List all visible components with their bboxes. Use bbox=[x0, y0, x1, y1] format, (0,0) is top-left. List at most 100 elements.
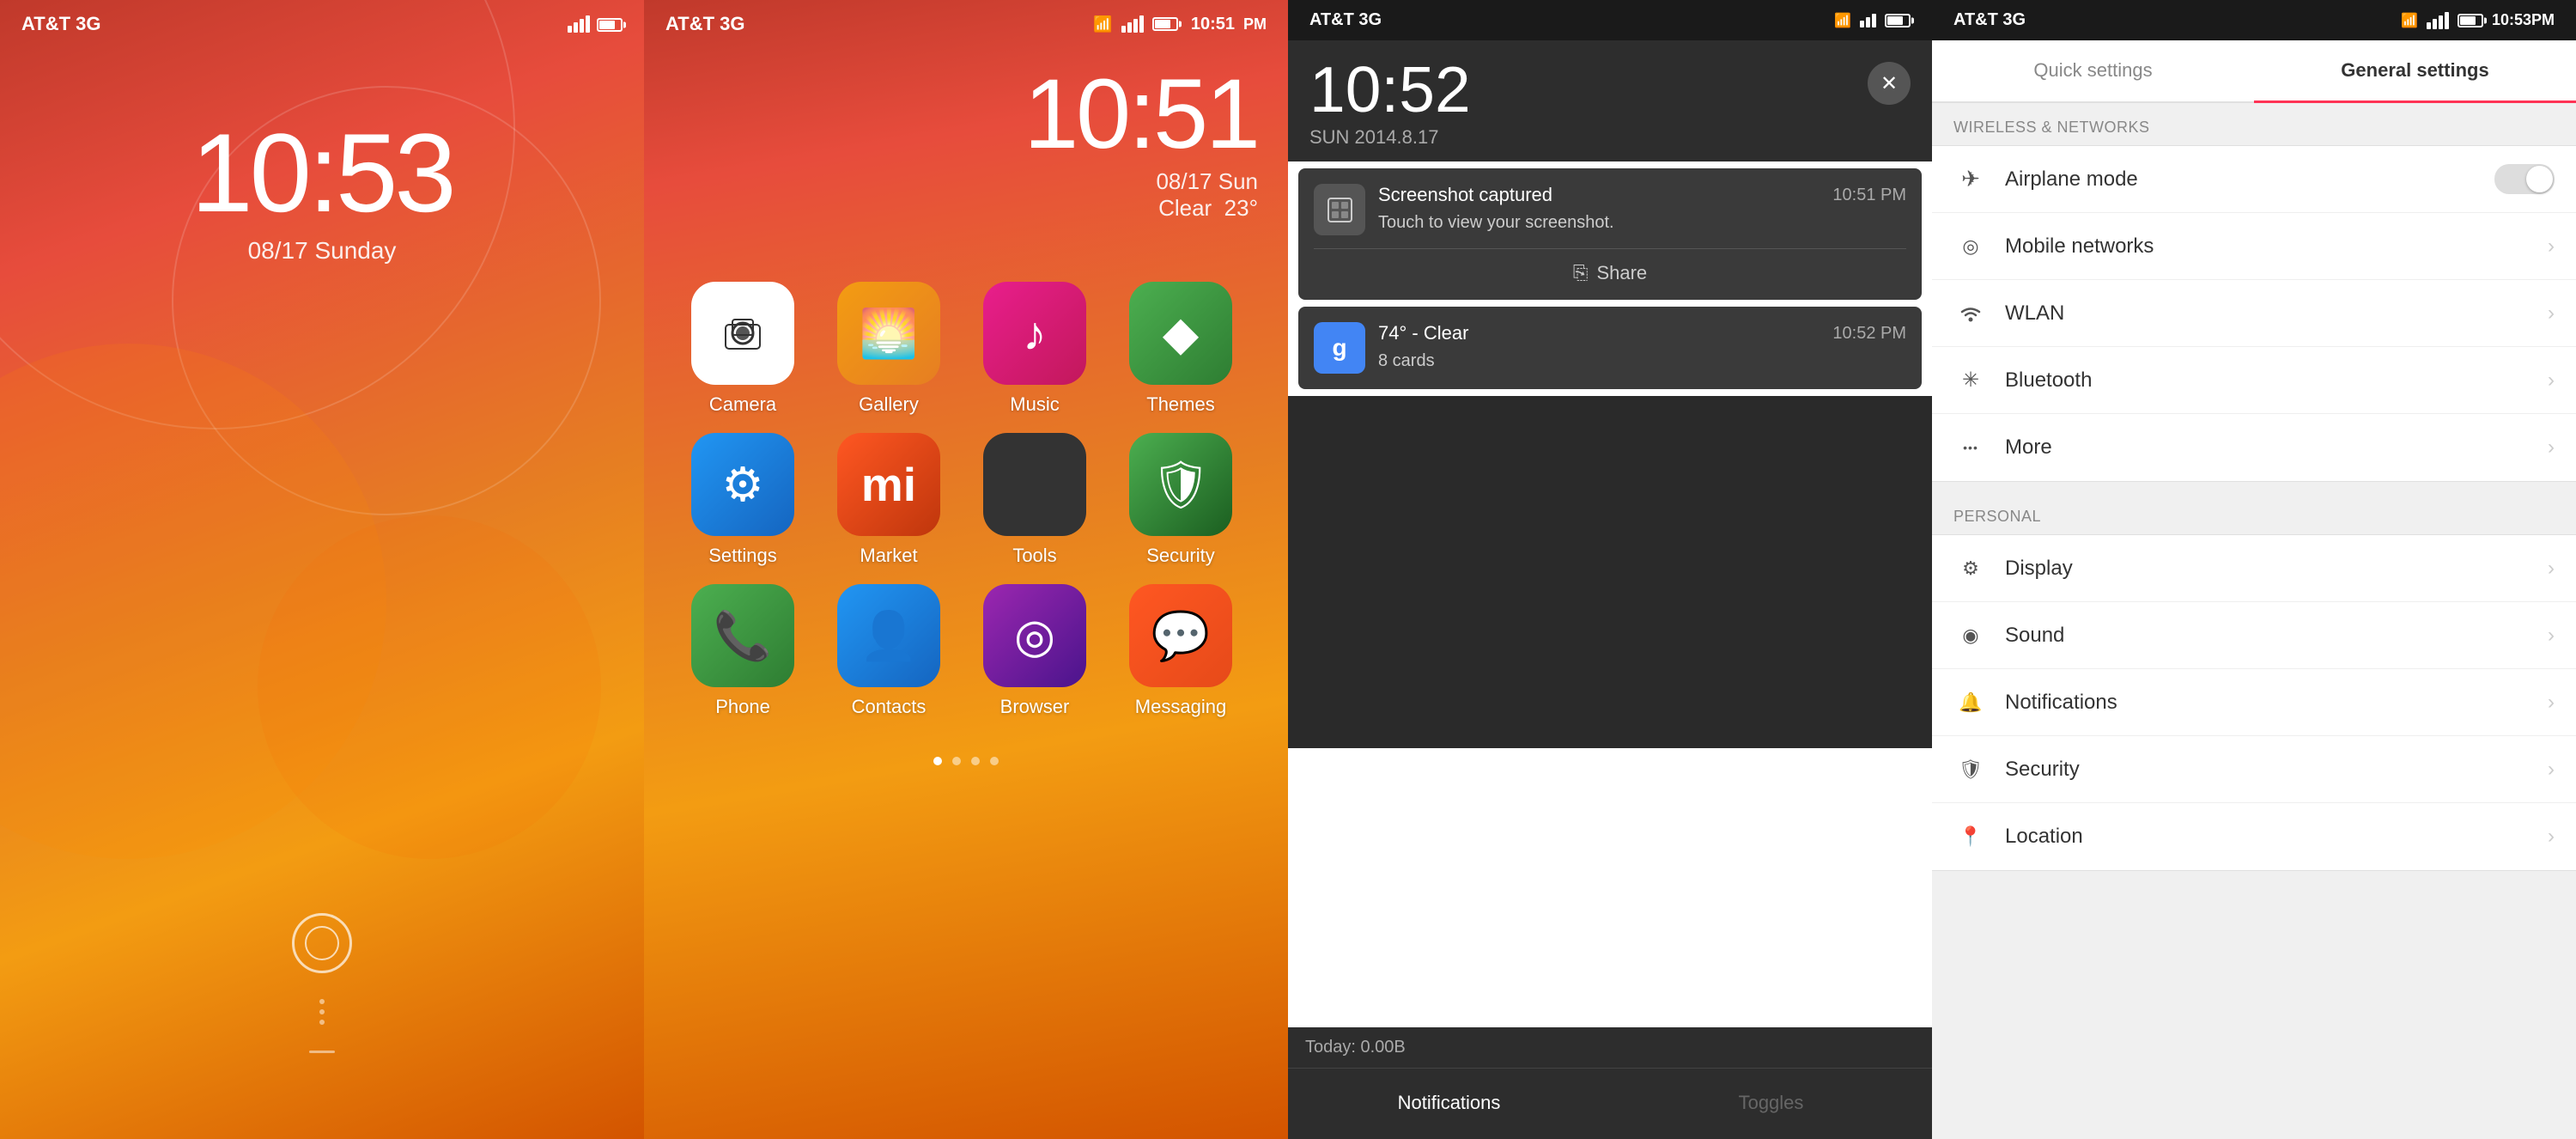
settings-item-notifications[interactable]: 🔔 Notifications › bbox=[1932, 669, 2576, 736]
settings-tab-bar: Quick settings General settings bbox=[1932, 40, 2576, 103]
notif-share-button[interactable]: ⎘ Share bbox=[1314, 248, 1906, 284]
tab-notifications[interactable]: Notifications bbox=[1288, 1069, 1610, 1137]
dot-2 bbox=[319, 1009, 325, 1014]
page-dot-1 bbox=[933, 757, 942, 765]
settings-item-more[interactable]: ••• More › bbox=[1932, 414, 2576, 481]
ls-battery-icon bbox=[597, 15, 623, 34]
notifications-panel: AT&T 3G 📶 10:52 SUN 2014.8.17 ✕ bbox=[1288, 0, 1932, 1139]
tab-toggles[interactable]: Toggles bbox=[1610, 1069, 1932, 1137]
settings-label: Settings bbox=[708, 545, 777, 567]
unlock-inner-ring bbox=[305, 926, 339, 960]
app-music[interactable]: ♪ Music bbox=[970, 282, 1099, 416]
notif-card-screenshot-header: Screenshot captured 10:51 PM bbox=[1378, 184, 1906, 206]
notif-card-screenshot[interactable]: Screenshot captured 10:51 PM Touch to vi… bbox=[1298, 168, 1922, 300]
hs-carrier: AT&T 3G bbox=[665, 13, 744, 35]
themes-icon: ◆ bbox=[1129, 282, 1232, 385]
hs-battery-icon bbox=[1152, 17, 1178, 31]
market-label: Market bbox=[860, 545, 917, 567]
notif-status-icons: 📶 bbox=[1834, 12, 1911, 29]
notif-time-big: 10:52 bbox=[1309, 58, 1471, 122]
tools-icon bbox=[983, 433, 1086, 536]
security-label: Security bbox=[2005, 758, 2530, 782]
page-dot-2 bbox=[952, 757, 961, 765]
sound-icon: ◉ bbox=[1953, 624, 1988, 647]
phone-label: Phone bbox=[715, 696, 770, 718]
notifications-label: Notifications bbox=[2005, 691, 2530, 715]
settings-status-bar: AT&T 3G 📶 10:53PM bbox=[1932, 0, 2576, 40]
hs-wifi-icon: 📶 bbox=[1093, 15, 1112, 34]
bluetooth-icon: ✳ bbox=[1953, 368, 1988, 393]
settings-item-security[interactable]: 🛡 Security › bbox=[1932, 736, 2576, 803]
location-label: Location bbox=[2005, 825, 2530, 849]
notif-carrier: AT&T 3G bbox=[1309, 10, 1382, 30]
app-themes[interactable]: ◆ Themes bbox=[1116, 282, 1245, 416]
notif-card-weather[interactable]: g 74° - Clear 10:52 PM 8 cards bbox=[1298, 307, 1922, 389]
homescreen-panel: AT&T 3G 📶 10:51 PM 10:51 08/17 Sun Clear… bbox=[644, 0, 1288, 1139]
lockscreen-status-bar: AT&T 3G bbox=[0, 0, 644, 48]
location-chevron-icon: › bbox=[2548, 825, 2555, 849]
app-browser[interactable]: ◎ Browser bbox=[970, 584, 1099, 718]
notif-card-screenshot-text: Screenshot captured 10:51 PM Touch to vi… bbox=[1378, 184, 1906, 233]
wireless-section-header: WIRELESS & NETWORKS bbox=[1932, 103, 2576, 145]
settings-item-mobile[interactable]: ◎ Mobile networks › bbox=[1932, 213, 2576, 280]
security-chevron-icon: › bbox=[2548, 758, 2555, 782]
airplane-toggle[interactable] bbox=[2494, 164, 2555, 194]
notif-close-button[interactable]: ✕ bbox=[1868, 62, 1911, 105]
notif-weather-sub: 8 cards bbox=[1378, 351, 1906, 371]
messaging-label: Messaging bbox=[1135, 696, 1226, 718]
share-icon: ⎘ bbox=[1573, 262, 1589, 284]
lockscreen-panel: AT&T 3G 10:53 08/17 Sunday bbox=[0, 0, 644, 1139]
app-contacts[interactable]: 👤 Contacts bbox=[824, 584, 953, 718]
mobile-networks-icon: ◎ bbox=[1953, 235, 1988, 258]
tools-label: Tools bbox=[1012, 545, 1056, 567]
sound-label: Sound bbox=[2005, 624, 2530, 648]
notif-footer: Today: 0.00B Notifications Toggles bbox=[1288, 1027, 1932, 1139]
app-camera[interactable]: Camera bbox=[678, 282, 807, 416]
browser-icon: ◎ bbox=[983, 584, 1086, 687]
tab-general-settings[interactable]: General settings bbox=[2254, 40, 2576, 103]
app-market[interactable]: mi Market bbox=[824, 433, 953, 567]
settings-carrier: AT&T 3G bbox=[1953, 10, 2026, 30]
market-icon: mi bbox=[837, 433, 940, 536]
app-messaging[interactable]: 💬 Messaging bbox=[1116, 584, 1245, 718]
personal-settings-group: ⚙ Display › ◉ Sound › 🔔 Notifications › … bbox=[1932, 534, 2576, 871]
more-label: More bbox=[2005, 436, 2530, 460]
notif-screenshot-time: 10:51 PM bbox=[1832, 186, 1906, 205]
homescreen-date: 08/17 Sun bbox=[644, 168, 1258, 195]
app-gallery[interactable]: 🌅 Gallery bbox=[824, 282, 953, 416]
camera-icon bbox=[691, 282, 794, 385]
notif-weather-time: 10:52 PM bbox=[1832, 324, 1906, 344]
unlock-button[interactable] bbox=[292, 913, 352, 973]
location-icon: 📍 bbox=[1953, 825, 1988, 848]
wlan-icon bbox=[1953, 304, 1988, 323]
music-icon: ♪ bbox=[983, 282, 1086, 385]
app-settings[interactable]: ⚙ Settings bbox=[678, 433, 807, 567]
share-label: Share bbox=[1596, 262, 1647, 284]
hs-status-icons: 📶 10:51 PM bbox=[1093, 15, 1267, 34]
lockscreen-bottom bbox=[0, 913, 644, 1053]
app-security[interactable]: 🛡 Security bbox=[1116, 433, 1245, 567]
settings-item-airplane[interactable]: ✈ Airplane mode bbox=[1932, 146, 2576, 213]
settings-item-wlan[interactable]: WLAN › bbox=[1932, 280, 2576, 347]
gallery-label: Gallery bbox=[859, 393, 919, 416]
gallery-icon: 🌅 bbox=[837, 282, 940, 385]
notif-weather-header: 74° - Clear 10:52 PM bbox=[1378, 322, 1906, 344]
browser-label: Browser bbox=[1000, 696, 1070, 718]
notif-tab-bar: Notifications Toggles bbox=[1288, 1069, 1932, 1137]
phone-icon: 📞 bbox=[691, 584, 794, 687]
app-phone[interactable]: 📞 Phone bbox=[678, 584, 807, 718]
hs-time-pm: PM bbox=[1243, 15, 1267, 34]
settings-panel: AT&T 3G 📶 10:53PM Quick settings General… bbox=[1932, 0, 2576, 1139]
ls-carrier: AT&T 3G bbox=[21, 13, 100, 35]
settings-item-display[interactable]: ⚙ Display › bbox=[1932, 535, 2576, 602]
settings-item-sound[interactable]: ◉ Sound › bbox=[1932, 602, 2576, 669]
ls-status-icons bbox=[568, 15, 623, 34]
notif-weather-text: 74° - Clear 10:52 PM 8 cards bbox=[1378, 322, 1906, 371]
settings-item-bluetooth[interactable]: ✳ Bluetooth › bbox=[1932, 347, 2576, 414]
settings-item-location[interactable]: 📍 Location › bbox=[1932, 803, 2576, 870]
hs-time-status: 10:51 bbox=[1191, 15, 1235, 34]
bg-circle-4 bbox=[258, 515, 601, 859]
tab-quick-settings[interactable]: Quick settings bbox=[1932, 40, 2254, 101]
ls-signal-icon bbox=[568, 15, 590, 33]
app-tools[interactable]: Tools bbox=[970, 433, 1099, 567]
